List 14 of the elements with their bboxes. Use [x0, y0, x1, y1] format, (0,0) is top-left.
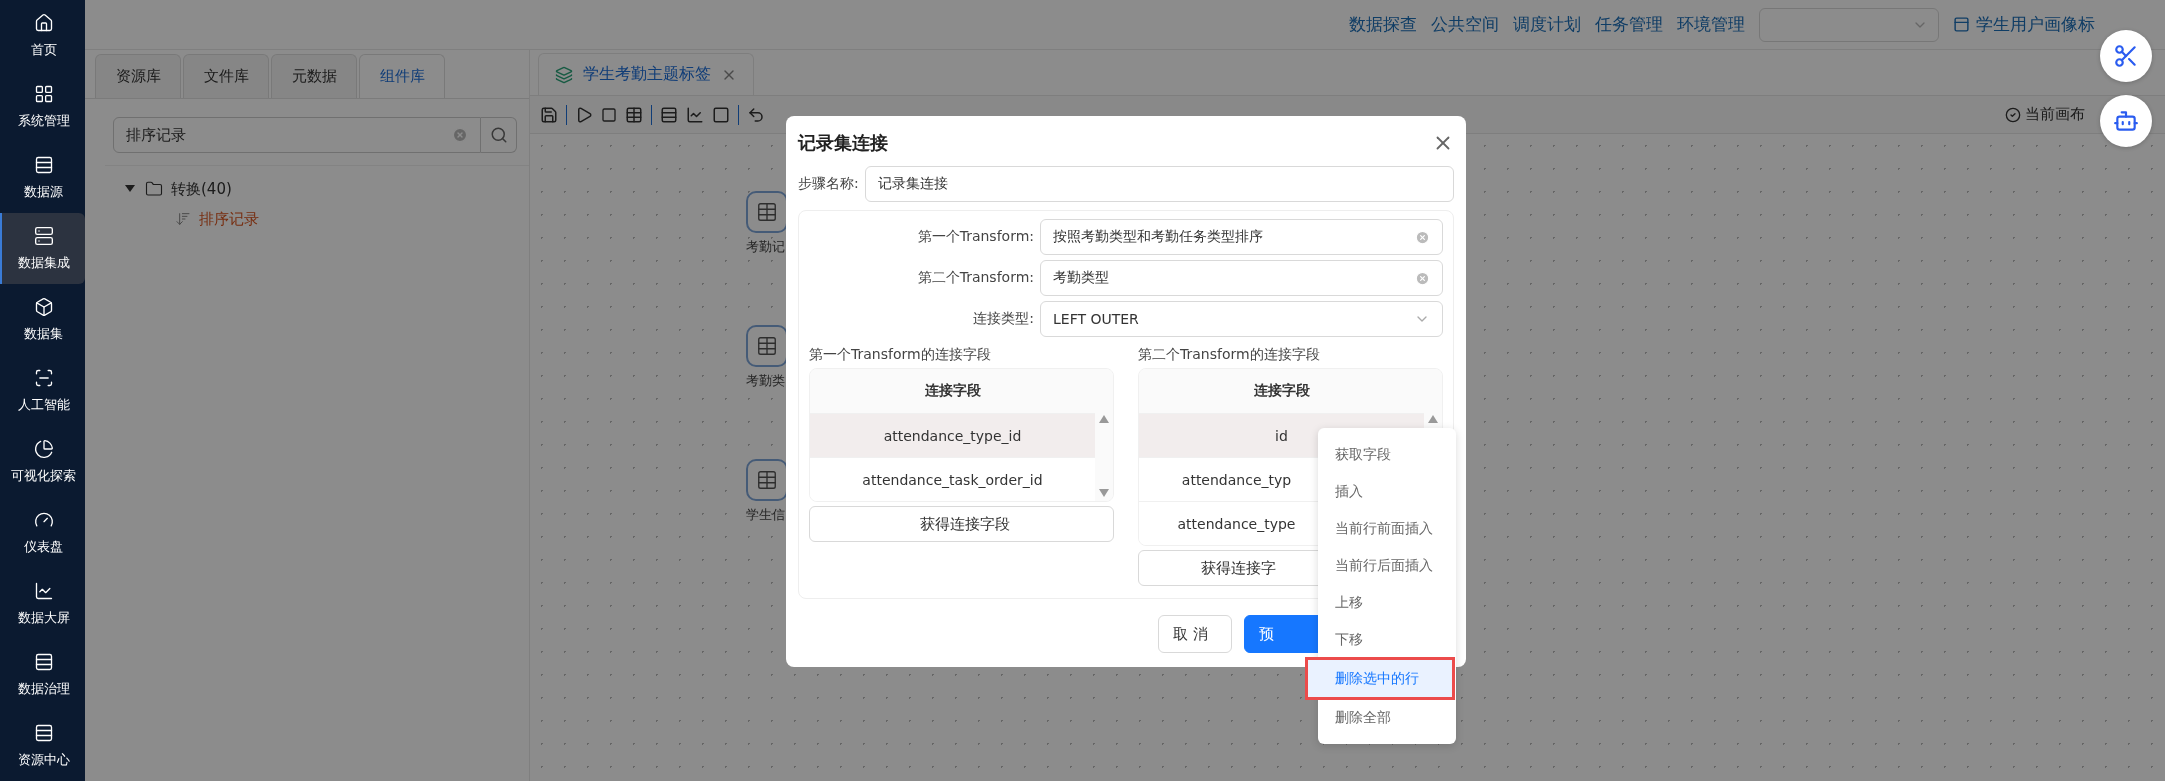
field-label: 步骤名称: [798, 175, 859, 193]
field-label: 第一个Transform: [916, 228, 1034, 246]
section-title: 第二个Transform的连接字段 [1138, 346, 1321, 364]
section-title: 第一个Transform的连接字段 [809, 346, 992, 364]
node-label: 考勤记 [746, 239, 785, 256]
dialog-title: 记录集连接 [798, 131, 888, 155]
node-label: 学生信 [746, 507, 785, 524]
field-label: 第二个Transform: [916, 269, 1034, 287]
node-label: 考勤类 [746, 373, 785, 390]
field-label: 连接类型: [972, 310, 1034, 328]
column-header: 连接字段 [1139, 369, 1424, 413]
tab-title: 学生考勤主题标签 [583, 64, 711, 85]
column-header: 连接字段 [810, 369, 1095, 413]
canvas-status: 当前画布 [2025, 105, 2085, 124]
